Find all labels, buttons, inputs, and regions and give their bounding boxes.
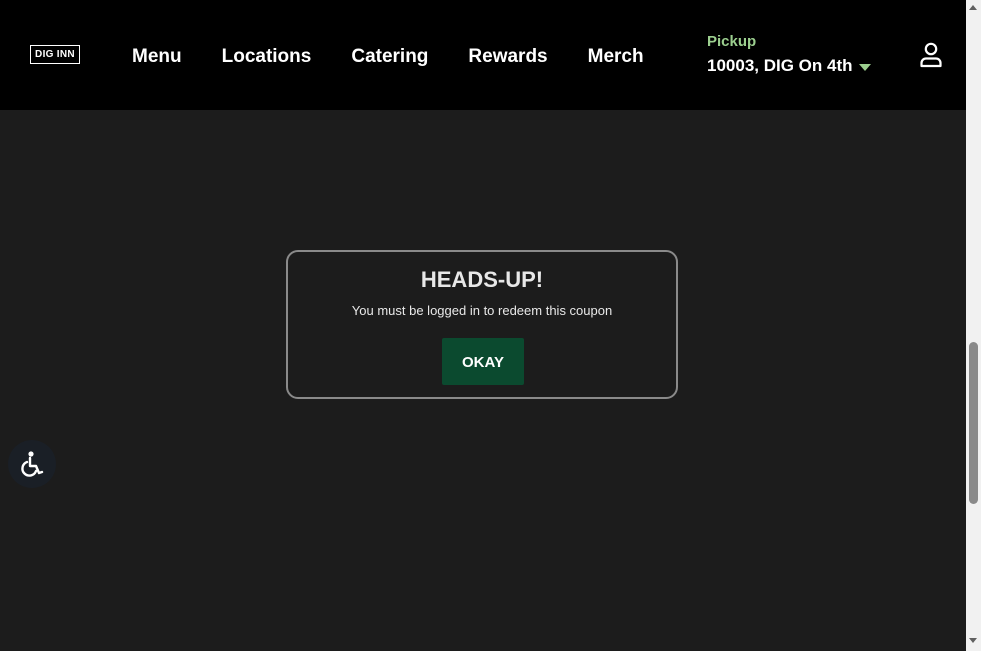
accessibility-icon: [21, 451, 44, 477]
nav-item-locations[interactable]: Locations: [222, 45, 312, 69]
dialog-title: HEADS-UP!: [420, 267, 544, 292]
scroll-thumb[interactable]: [969, 342, 978, 504]
nav-item-merch[interactable]: Merch: [588, 45, 644, 69]
dialog-message: You must be logged in to redeem this cou…: [351, 303, 613, 318]
pickup-location-text: 10003, DIG On 4th: [707, 56, 853, 75]
scroll-down-arrow-icon[interactable]: [969, 638, 977, 643]
nav-item-rewards[interactable]: Rewards: [468, 45, 547, 69]
dig-inn-logo[interactable]: DIG INN: [30, 45, 80, 64]
pickup-selector[interactable]: Pickup 10003, DIG On 4th: [707, 33, 871, 76]
heads-up-dialog: HEADS-UP! You must be logged in to redee…: [286, 250, 678, 399]
caret-down-icon: [858, 63, 871, 71]
nav-item-menu[interactable]: Menu: [132, 45, 182, 69]
pickup-location[interactable]: 10003, DIG On 4th: [707, 56, 871, 76]
okay-button[interactable]: OKAY: [442, 338, 524, 385]
site-header: DIG INN Menu Locations Catering Rewards …: [0, 0, 966, 110]
accessibility-button[interactable]: [8, 440, 56, 488]
nav-item-catering[interactable]: Catering: [351, 45, 428, 69]
page: DIG INN Menu Locations Catering Rewards …: [0, 0, 966, 651]
pickup-label: Pickup: [707, 33, 757, 50]
scroll-up-arrow-icon[interactable]: [969, 5, 977, 10]
user-icon[interactable]: [919, 42, 943, 68]
main-nav: Menu Locations Catering Rewards Merch: [132, 45, 644, 69]
vertical-scrollbar[interactable]: [966, 0, 981, 651]
